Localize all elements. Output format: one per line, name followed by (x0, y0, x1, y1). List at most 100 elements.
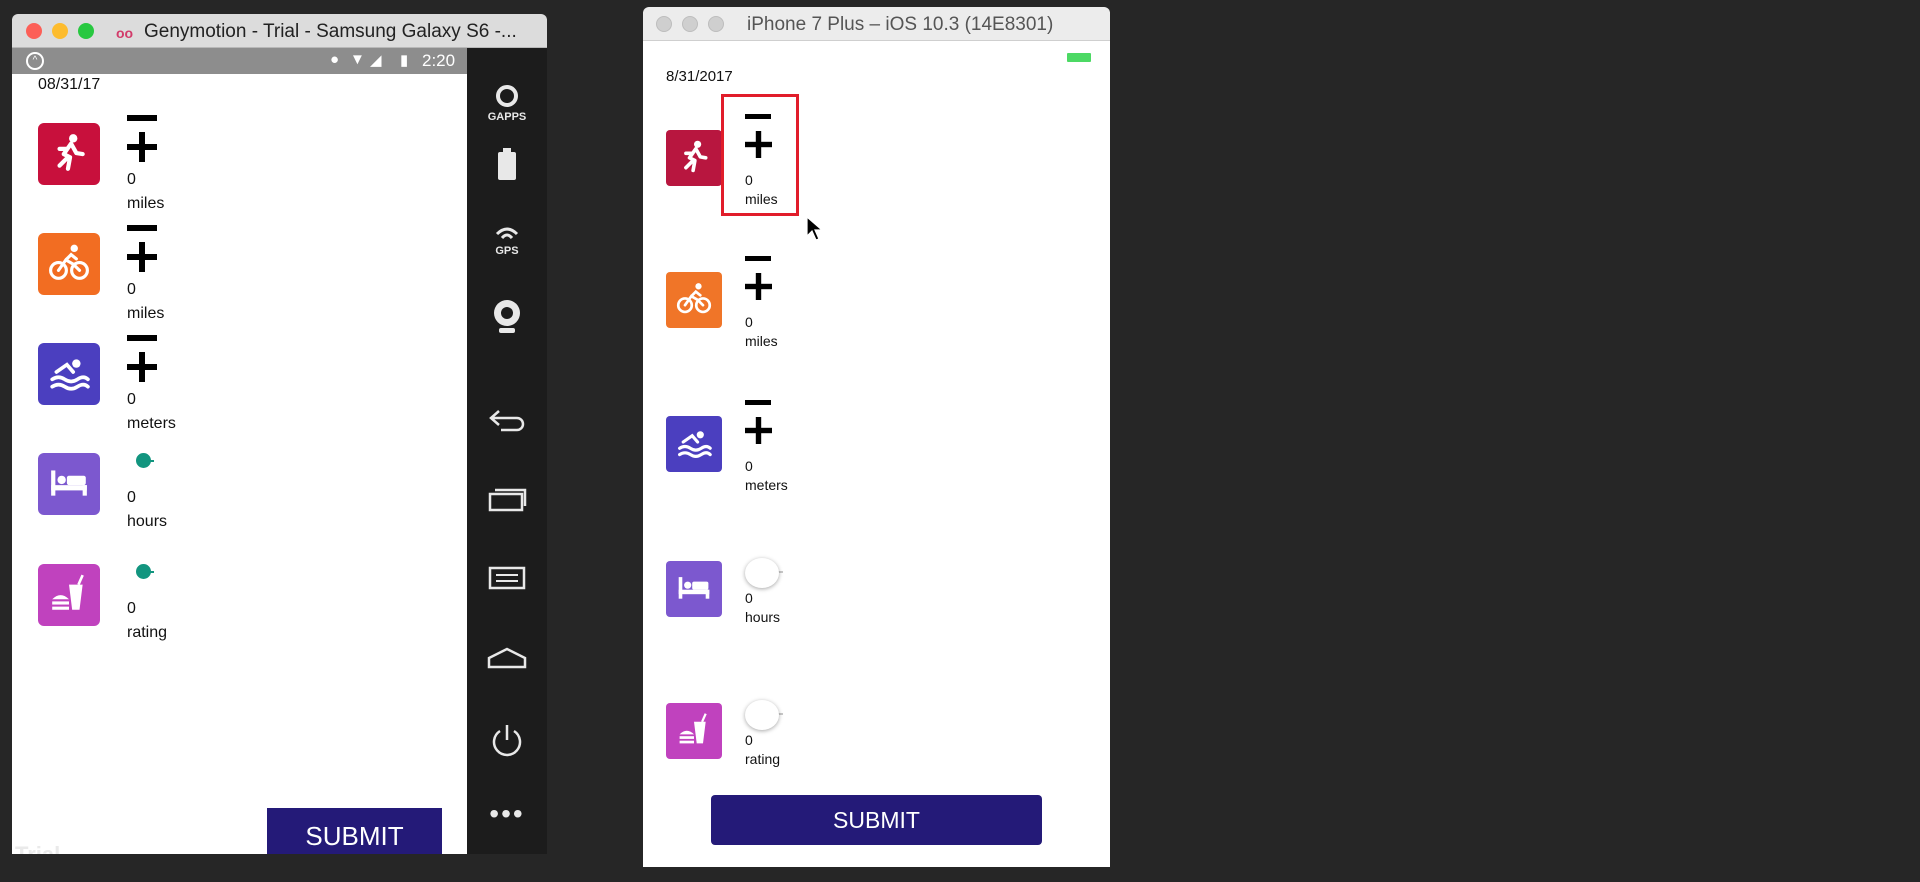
close-window-button[interactable] (656, 16, 672, 32)
minimize-window-button[interactable] (52, 23, 68, 39)
close-window-button[interactable] (26, 23, 42, 39)
food-icon (48, 572, 90, 619)
power-icon (492, 725, 522, 757)
activity-unit: meters (127, 415, 176, 432)
decrement-button[interactable] (127, 115, 157, 121)
submit-button[interactable]: SUBMIT (711, 795, 1042, 845)
cycling-tile (38, 233, 100, 295)
swimming-icon (48, 351, 90, 398)
swimming-tile (38, 343, 100, 405)
highlight-annotation (721, 94, 799, 216)
decrement-button[interactable] (127, 335, 157, 341)
increment-button[interactable] (745, 273, 772, 300)
activity-value: 0 (745, 314, 753, 330)
gps-icon (495, 227, 519, 240)
activity-value: 0 (127, 600, 136, 617)
trial-watermark: Trial (15, 842, 60, 854)
home-button[interactable] (467, 646, 547, 675)
activity-value: 0 (745, 458, 753, 474)
signal-icon: ◢ (370, 52, 382, 69)
activity-unit: rating (127, 624, 168, 641)
activity-value: 0 (127, 281, 136, 298)
decrement-button[interactable] (745, 256, 771, 261)
battery-icon (498, 148, 516, 180)
activity-unit: miles (127, 305, 165, 322)
activity-unit: hours (745, 609, 781, 625)
activity-value: 0 (745, 590, 753, 606)
ios-simulator-window: iPhone 7 Plus – iOS 10.3 (14E8301) 8/31/… (643, 7, 1110, 867)
running-icon (48, 131, 90, 178)
increment-button[interactable] (745, 417, 772, 444)
cycling-tile (666, 272, 722, 328)
zoom-window-button[interactable] (708, 16, 724, 32)
slider-thumb[interactable] (136, 453, 151, 468)
sleep-icon (48, 461, 90, 508)
more-options-button[interactable]: ••• (467, 798, 547, 830)
recent-apps-button[interactable] (467, 486, 547, 517)
activity-value: 0 (127, 489, 136, 506)
more-icon: ••• (489, 798, 525, 829)
value-slider[interactable] (136, 453, 170, 471)
webcam-button[interactable] (467, 298, 547, 339)
genymotion-titlebar[interactable]: oo Genymotion - Trial - Samsung Galaxy S… (12, 14, 547, 48)
value-slider[interactable] (745, 700, 789, 730)
back-button[interactable] (467, 408, 547, 437)
sleep-tile (666, 561, 722, 617)
wifi-icon: ▼ (350, 51, 365, 68)
recent-apps-icon (488, 488, 527, 512)
cycling-icon (676, 280, 712, 321)
battery-status-icon: ▮ (400, 52, 409, 69)
cycling-icon (48, 241, 90, 288)
slider-thumb[interactable] (745, 700, 779, 730)
zoom-window-button[interactable] (78, 23, 94, 39)
battery-button[interactable] (467, 148, 547, 185)
activity-unit: meters (745, 477, 788, 493)
app-date: 08/31/17 (38, 76, 101, 93)
expo-notification-icon: ^ (26, 52, 44, 70)
increment-button[interactable] (127, 352, 157, 382)
sleep-tile (38, 453, 100, 515)
sleep-icon (676, 569, 712, 610)
minimize-window-button[interactable] (682, 16, 698, 32)
activity-value: 0 (127, 171, 136, 188)
increment-button[interactable] (127, 132, 157, 162)
activity-unit: rating (745, 751, 781, 767)
submit-button[interactable]: SUBMIT (267, 808, 442, 854)
increment-button[interactable] (127, 242, 157, 272)
status-time: 2:20 (422, 51, 456, 70)
activity-unit: miles (745, 333, 778, 349)
value-slider[interactable] (136, 564, 170, 582)
android-status-bar: ^ ● ▼ ◢ ▮ 2:20 (12, 48, 467, 74)
running-tile (38, 123, 100, 185)
decrement-button[interactable] (745, 400, 771, 405)
food-tile (666, 703, 722, 759)
menu-button[interactable] (467, 566, 547, 595)
activity-unit: hours (127, 513, 168, 530)
swimming-tile (666, 416, 722, 472)
home-icon (487, 647, 527, 669)
decrement-button[interactable] (127, 225, 157, 231)
slider-thumb[interactable] (745, 558, 779, 588)
value-slider[interactable] (745, 558, 789, 588)
activity-unit: miles (127, 195, 165, 212)
genymotion-toolbar: GAPPS GPS ••• (467, 48, 547, 854)
genymotion-window: oo Genymotion - Trial - Samsung Galaxy S… (12, 14, 547, 854)
android-screen: ^ ● ▼ ◢ ▮ 2:20 08/31/17 0 miles 0 miles 0 met… (12, 48, 467, 854)
window-title: iPhone 7 Plus – iOS 10.3 (14E8301) (747, 14, 1054, 35)
location-icon: ● (330, 51, 340, 68)
gapps-button[interactable]: GAPPS (467, 84, 547, 123)
ios-titlebar[interactable]: iPhone 7 Plus – iOS 10.3 (14E8301) (643, 7, 1110, 41)
back-icon (489, 410, 525, 432)
gps-button[interactable]: GPS (467, 224, 547, 257)
running-tile (666, 130, 722, 186)
battery-status-icon (1067, 53, 1091, 62)
slider-thumb[interactable] (136, 564, 151, 579)
menu-icon (488, 566, 526, 590)
genymotion-logo-icon: oo (116, 25, 134, 41)
webcam-icon (494, 300, 520, 333)
gapps-icon (496, 85, 518, 107)
ios-screen: 8/31/2017 0 miles 0 miles 0 meters 0 hours 0 rati… (643, 41, 1110, 867)
power-button[interactable] (467, 722, 547, 765)
food-tile (38, 564, 100, 626)
running-icon (676, 138, 712, 179)
